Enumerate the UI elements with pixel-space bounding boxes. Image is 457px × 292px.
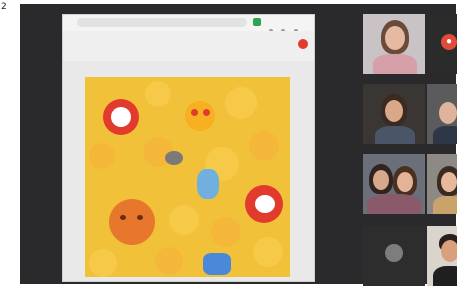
participant-tile[interactable] bbox=[363, 84, 425, 144]
grinning-emoji-icon bbox=[89, 249, 117, 277]
green-app-icon[interactable] bbox=[253, 18, 261, 26]
angry-emoji-icon bbox=[109, 199, 155, 245]
wink-emoji-icon bbox=[249, 131, 279, 161]
participant-face bbox=[385, 100, 403, 122]
participant-torso bbox=[433, 266, 457, 286]
heart-eyes-right-icon bbox=[203, 109, 210, 116]
participant-face bbox=[439, 102, 457, 124]
participant-tile[interactable]: ● bbox=[427, 14, 457, 74]
participant-tile[interactable] bbox=[363, 226, 425, 286]
wrapped-hand-icon bbox=[165, 151, 183, 165]
participants-grid: ● bbox=[363, 14, 457, 292]
participant-tile[interactable] bbox=[363, 14, 425, 74]
smirk-emoji-icon bbox=[155, 247, 183, 275]
participant-torso bbox=[433, 126, 457, 144]
muted-icon: ● bbox=[441, 34, 457, 50]
heart-icon bbox=[255, 195, 275, 213]
angry-emoji-eye-icon bbox=[120, 215, 126, 220]
participant-torso bbox=[375, 126, 415, 144]
crying-emoji-icon bbox=[211, 217, 241, 247]
participant-face bbox=[441, 172, 457, 192]
participant-tile[interactable] bbox=[427, 226, 457, 286]
smiling-emoji-icon bbox=[169, 205, 199, 235]
page-edge-glyph: 2 bbox=[1, 2, 7, 12]
participant-face bbox=[385, 26, 405, 50]
participant-tile[interactable] bbox=[363, 154, 425, 214]
record-icon[interactable] bbox=[298, 39, 308, 49]
angry-emoji-eye-icon bbox=[137, 215, 143, 220]
participant-tile[interactable] bbox=[427, 154, 457, 214]
sad-emoji-icon bbox=[145, 81, 171, 107]
thumbs-up-icon bbox=[203, 253, 231, 275]
browser-toolbar bbox=[63, 15, 314, 51]
participant-face bbox=[441, 240, 457, 262]
participant-avatar bbox=[385, 244, 403, 262]
heart-eyes-emoji-icon bbox=[185, 101, 215, 131]
heart-icon bbox=[111, 107, 131, 127]
emoji-collage-image bbox=[85, 77, 290, 277]
toolbar-icons bbox=[269, 20, 309, 51]
heart-eyes-left-icon bbox=[191, 109, 198, 116]
address-bar[interactable] bbox=[77, 18, 247, 27]
shared-screen[interactable] bbox=[62, 14, 315, 282]
participant-torso bbox=[433, 196, 457, 214]
participant-torso bbox=[367, 194, 421, 214]
document-header bbox=[63, 31, 314, 61]
blue-bubble-icon bbox=[197, 169, 219, 199]
participant-torso bbox=[373, 54, 417, 74]
page-edge: 2 bbox=[0, 0, 8, 290]
participant-face bbox=[373, 170, 389, 190]
sleeping-emoji-icon bbox=[89, 143, 115, 169]
participant-face bbox=[397, 172, 413, 192]
laughing-emoji-icon bbox=[225, 87, 257, 119]
video-meeting-window: ● bbox=[20, 4, 457, 286]
tongue-emoji-icon bbox=[253, 237, 283, 267]
participant-tile[interactable] bbox=[427, 84, 457, 144]
